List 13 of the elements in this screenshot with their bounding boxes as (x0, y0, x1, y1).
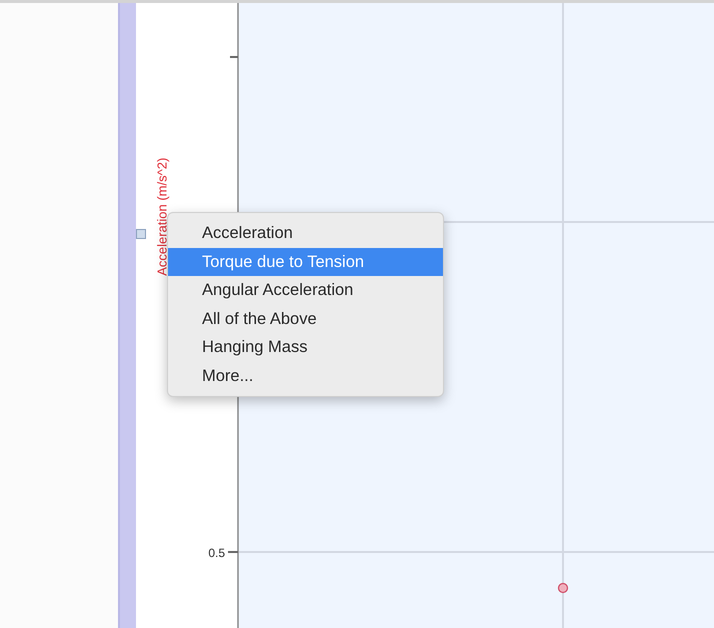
menu-item[interactable]: Hanging Mass (168, 333, 443, 362)
tick-mark (228, 551, 238, 553)
menu-item[interactable]: More... (168, 362, 443, 390)
axis-label: Acceleration (m/s^2) (153, 156, 170, 278)
tick-mark (230, 56, 238, 58)
data-point (557, 582, 569, 594)
handle-icon[interactable] (136, 229, 146, 239)
tick-label: 0.5 (208, 545, 225, 562)
menu-item[interactable]: Angular Acceleration (168, 276, 443, 304)
menu-item[interactable]: Torque due to Tension (168, 248, 443, 276)
divider-bar[interactable] (118, 3, 136, 628)
menu-item[interactable]: Acceleration (168, 219, 443, 248)
menu-item[interactable]: All of the Above (168, 304, 443, 333)
